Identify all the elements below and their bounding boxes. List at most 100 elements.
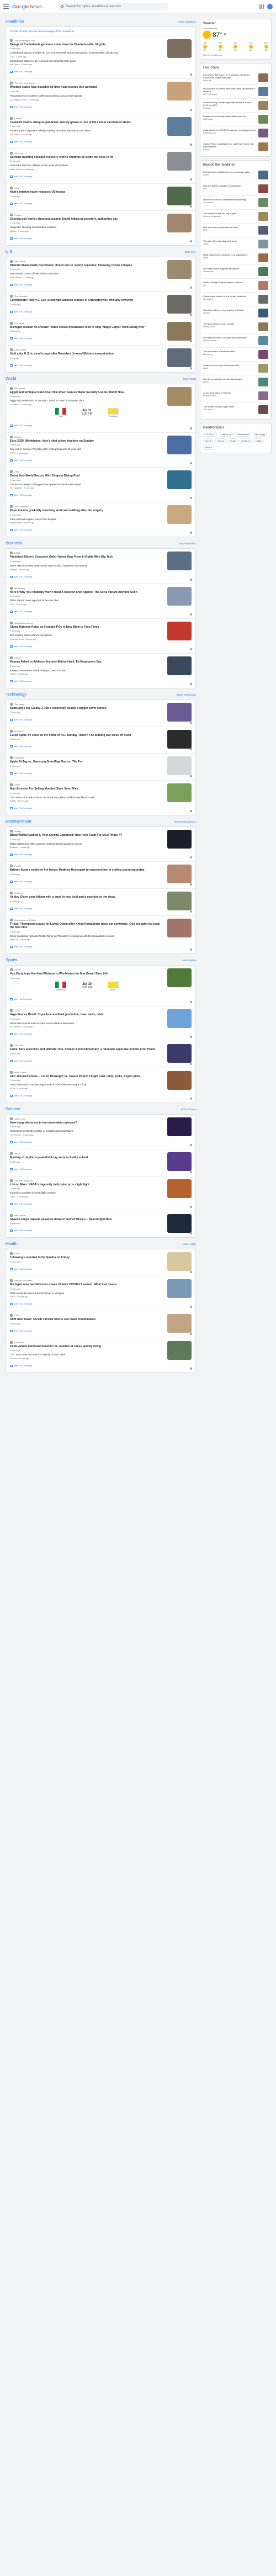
full-coverage-label[interactable]: View Full Coverage (14, 1303, 32, 1305)
side-story-title[interactable]: The search for the lost city of gold (203, 212, 236, 215)
related-headline[interactable]: Messi and Neymar meet in Copa América fi… (10, 1022, 164, 1025)
story-headline[interactable]: Euro 2020, Wimbledon: Italy's shot at tw… (10, 439, 164, 443)
story-cluster[interactable]: Entertainment Weekly Tristan Thompson cra… (6, 916, 195, 954)
full-coverage-link[interactable]: View Full Coverage (10, 237, 32, 240)
story-cluster[interactable]: CNBC President Biden's Executive Order Op… (6, 549, 195, 584)
story-headline[interactable]: Covid-19 deaths rising as pandemic anxie… (10, 121, 164, 125)
source-name[interactable]: Goal (14, 1009, 19, 1012)
share-icon[interactable] (190, 883, 192, 886)
share-icon[interactable] (190, 1144, 192, 1147)
full-coverage-link[interactable]: View Full Coverage (10, 1365, 32, 1367)
share-icon[interactable] (190, 313, 192, 316)
story-cluster[interactable]: CNET Man Arrested For Selling Modded Xbox… (6, 781, 195, 815)
source-name[interactable]: Scientific American (14, 1179, 33, 1182)
side-story-title[interactable]: Sculptor turns scrap into monuments (203, 364, 239, 367)
story-thumbnail[interactable] (167, 82, 192, 101)
more-link-world[interactable]: More World (183, 378, 196, 380)
full-coverage-label[interactable]: View Full Coverage (14, 1365, 32, 1367)
story-thumbnail[interactable] (167, 1252, 192, 1271)
story-thumbnail[interactable] (167, 830, 192, 849)
side-story-thumbnail[interactable] (258, 226, 268, 235)
full-coverage-link[interactable]: View Full Coverage (10, 529, 32, 532)
share-icon[interactable] (190, 613, 192, 616)
side-story-title[interactable]: Fact check: Bill Gates, Dr. Fauci and CO… (203, 73, 250, 79)
story-headline[interactable]: Haiti's interim leader requests US troop… (10, 190, 164, 194)
story-headline[interactable]: UFC 264 predictions – Conor McGregor vs.… (10, 1075, 164, 1079)
full-coverage-label[interactable]: View Full Coverage (14, 459, 32, 462)
full-coverage-link[interactable]: View Full Coverage (10, 998, 32, 1000)
source-name[interactable]: The Guardian (14, 295, 28, 298)
source-name[interactable]: Healthline (14, 1341, 24, 1344)
source-name[interactable]: Bloomberg (14, 587, 25, 590)
full-coverage-link[interactable]: View Full Coverage (10, 494, 32, 497)
side-story-title[interactable]: Life lessons from a 100-year-old maratho… (203, 336, 247, 339)
full-coverage-label[interactable]: View Full Coverage (14, 745, 32, 748)
story-thumbnail[interactable] (167, 470, 192, 490)
full-coverage-label[interactable]: View Full Coverage (14, 1060, 32, 1062)
story-thumbnail[interactable] (167, 1117, 192, 1136)
share-icon[interactable] (190, 340, 192, 343)
related-headline[interactable]: Italy look to conquer Wembley after endi… (10, 448, 164, 451)
side-story-thumbnail[interactable] (258, 129, 268, 137)
side-story-thumbnail[interactable] (258, 309, 268, 317)
share-icon[interactable] (190, 810, 192, 813)
story-headline[interactable]: China Tightens Rules on Foreign IPOs in … (10, 626, 164, 629)
full-coverage-label[interactable]: View Full Coverage (14, 141, 32, 143)
related-headline[interactable]: The world's deepest diving pool has open… (10, 483, 164, 486)
source-name[interactable]: Politico (14, 214, 22, 216)
full-coverage-label[interactable]: View Full Coverage (14, 494, 32, 496)
more-link-sports[interactable]: More Sports (182, 959, 196, 962)
full-coverage-link[interactable]: View Full Coverage (10, 1168, 32, 1170)
story-cluster[interactable]: Scientific American Life on Mars: NASA's … (6, 1176, 195, 1211)
story-thumbnail[interactable] (167, 729, 192, 749)
share-icon[interactable] (190, 856, 192, 859)
topic-chip[interactable]: Technology (252, 432, 268, 437)
share-icon[interactable] (190, 775, 192, 777)
story-thumbnail[interactable] (167, 1314, 192, 1333)
story-thumbnail[interactable] (167, 1340, 192, 1360)
full-coverage-label[interactable]: View Full Coverage (14, 203, 32, 205)
full-coverage-label[interactable]: View Full Coverage (14, 576, 32, 578)
related-headline[interactable]: Khloé Kardashian defends Tristan Taylor … (10, 935, 164, 938)
share-icon[interactable] (190, 178, 192, 181)
side-story-title[interactable]: The quiet return of vinyl records (203, 322, 234, 325)
side-story-thumbnail[interactable] (258, 198, 268, 207)
side-story-thumbnail[interactable] (258, 73, 268, 82)
side-story[interactable]: Scientists discover new species in Pacif… (203, 306, 268, 320)
story-thumbnail[interactable] (167, 865, 192, 884)
topic-chip[interactable]: Business (239, 438, 252, 443)
story-source[interactable]: CNET (10, 783, 164, 786)
share-icon[interactable] (190, 1170, 192, 1173)
story-source[interactable]: NBC News (10, 259, 164, 263)
story-thumbnail[interactable] (167, 505, 192, 524)
share-icon[interactable] (190, 1097, 192, 1100)
full-coverage-link[interactable]: View Full Coverage (10, 424, 32, 427)
story-cluster[interactable]: The Guardian Confederate Robert E. Lee, S… (6, 292, 195, 319)
related-headline[interactable]: Delta variant becomes dominant strain in… (10, 1292, 164, 1295)
full-coverage-link[interactable]: View Full Coverage (10, 364, 32, 367)
story-cluster[interactable]: USA TODAY Haiti asks U.S. to send troops … (6, 346, 195, 372)
side-story[interactable]: The hidden history of jazz clubs Jazz Tim… (203, 403, 268, 416)
story-headline[interactable]: Western states face possible all-time he… (10, 86, 164, 89)
full-coverage-link[interactable]: View Full Coverage (10, 202, 32, 205)
story-source[interactable]: Bloomberg (10, 586, 164, 590)
story-source[interactable]: Healthline (10, 1340, 164, 1344)
story-thumbnail[interactable] (167, 1279, 192, 1298)
share-icon[interactable] (190, 1367, 192, 1370)
source-name[interactable]: NFL.com (14, 1044, 23, 1047)
full-coverage-label[interactable]: View Full Coverage (14, 854, 32, 856)
story-source[interactable]: NASA (10, 1152, 164, 1156)
share-icon[interactable] (190, 910, 192, 913)
source-name[interactable]: CNBC (14, 552, 20, 554)
full-coverage-link[interactable]: View Full Coverage (10, 1059, 32, 1062)
side-story-thumbnail[interactable] (258, 391, 268, 400)
side-story[interactable]: The search for the lost city of gold Nati… (203, 210, 268, 224)
story-cluster[interactable]: Forbes Kaseya Failed to Address Security … (6, 654, 195, 688)
side-story-title[interactable]: Artists reimagine city murals for summer (203, 281, 242, 284)
story-headline[interactable]: Britney Spears weeks to fire lawyer Matt… (10, 868, 164, 872)
more-link-business[interactable]: More Business (179, 542, 196, 545)
story-source[interactable]: USA TODAY (10, 348, 164, 352)
story-headline[interactable]: Dubai Sets World Record With Deepest Div… (10, 474, 164, 478)
share-icon[interactable] (190, 367, 192, 369)
related-headline[interactable]: Ingenuity completes its ninth flight on … (10, 1191, 164, 1195)
